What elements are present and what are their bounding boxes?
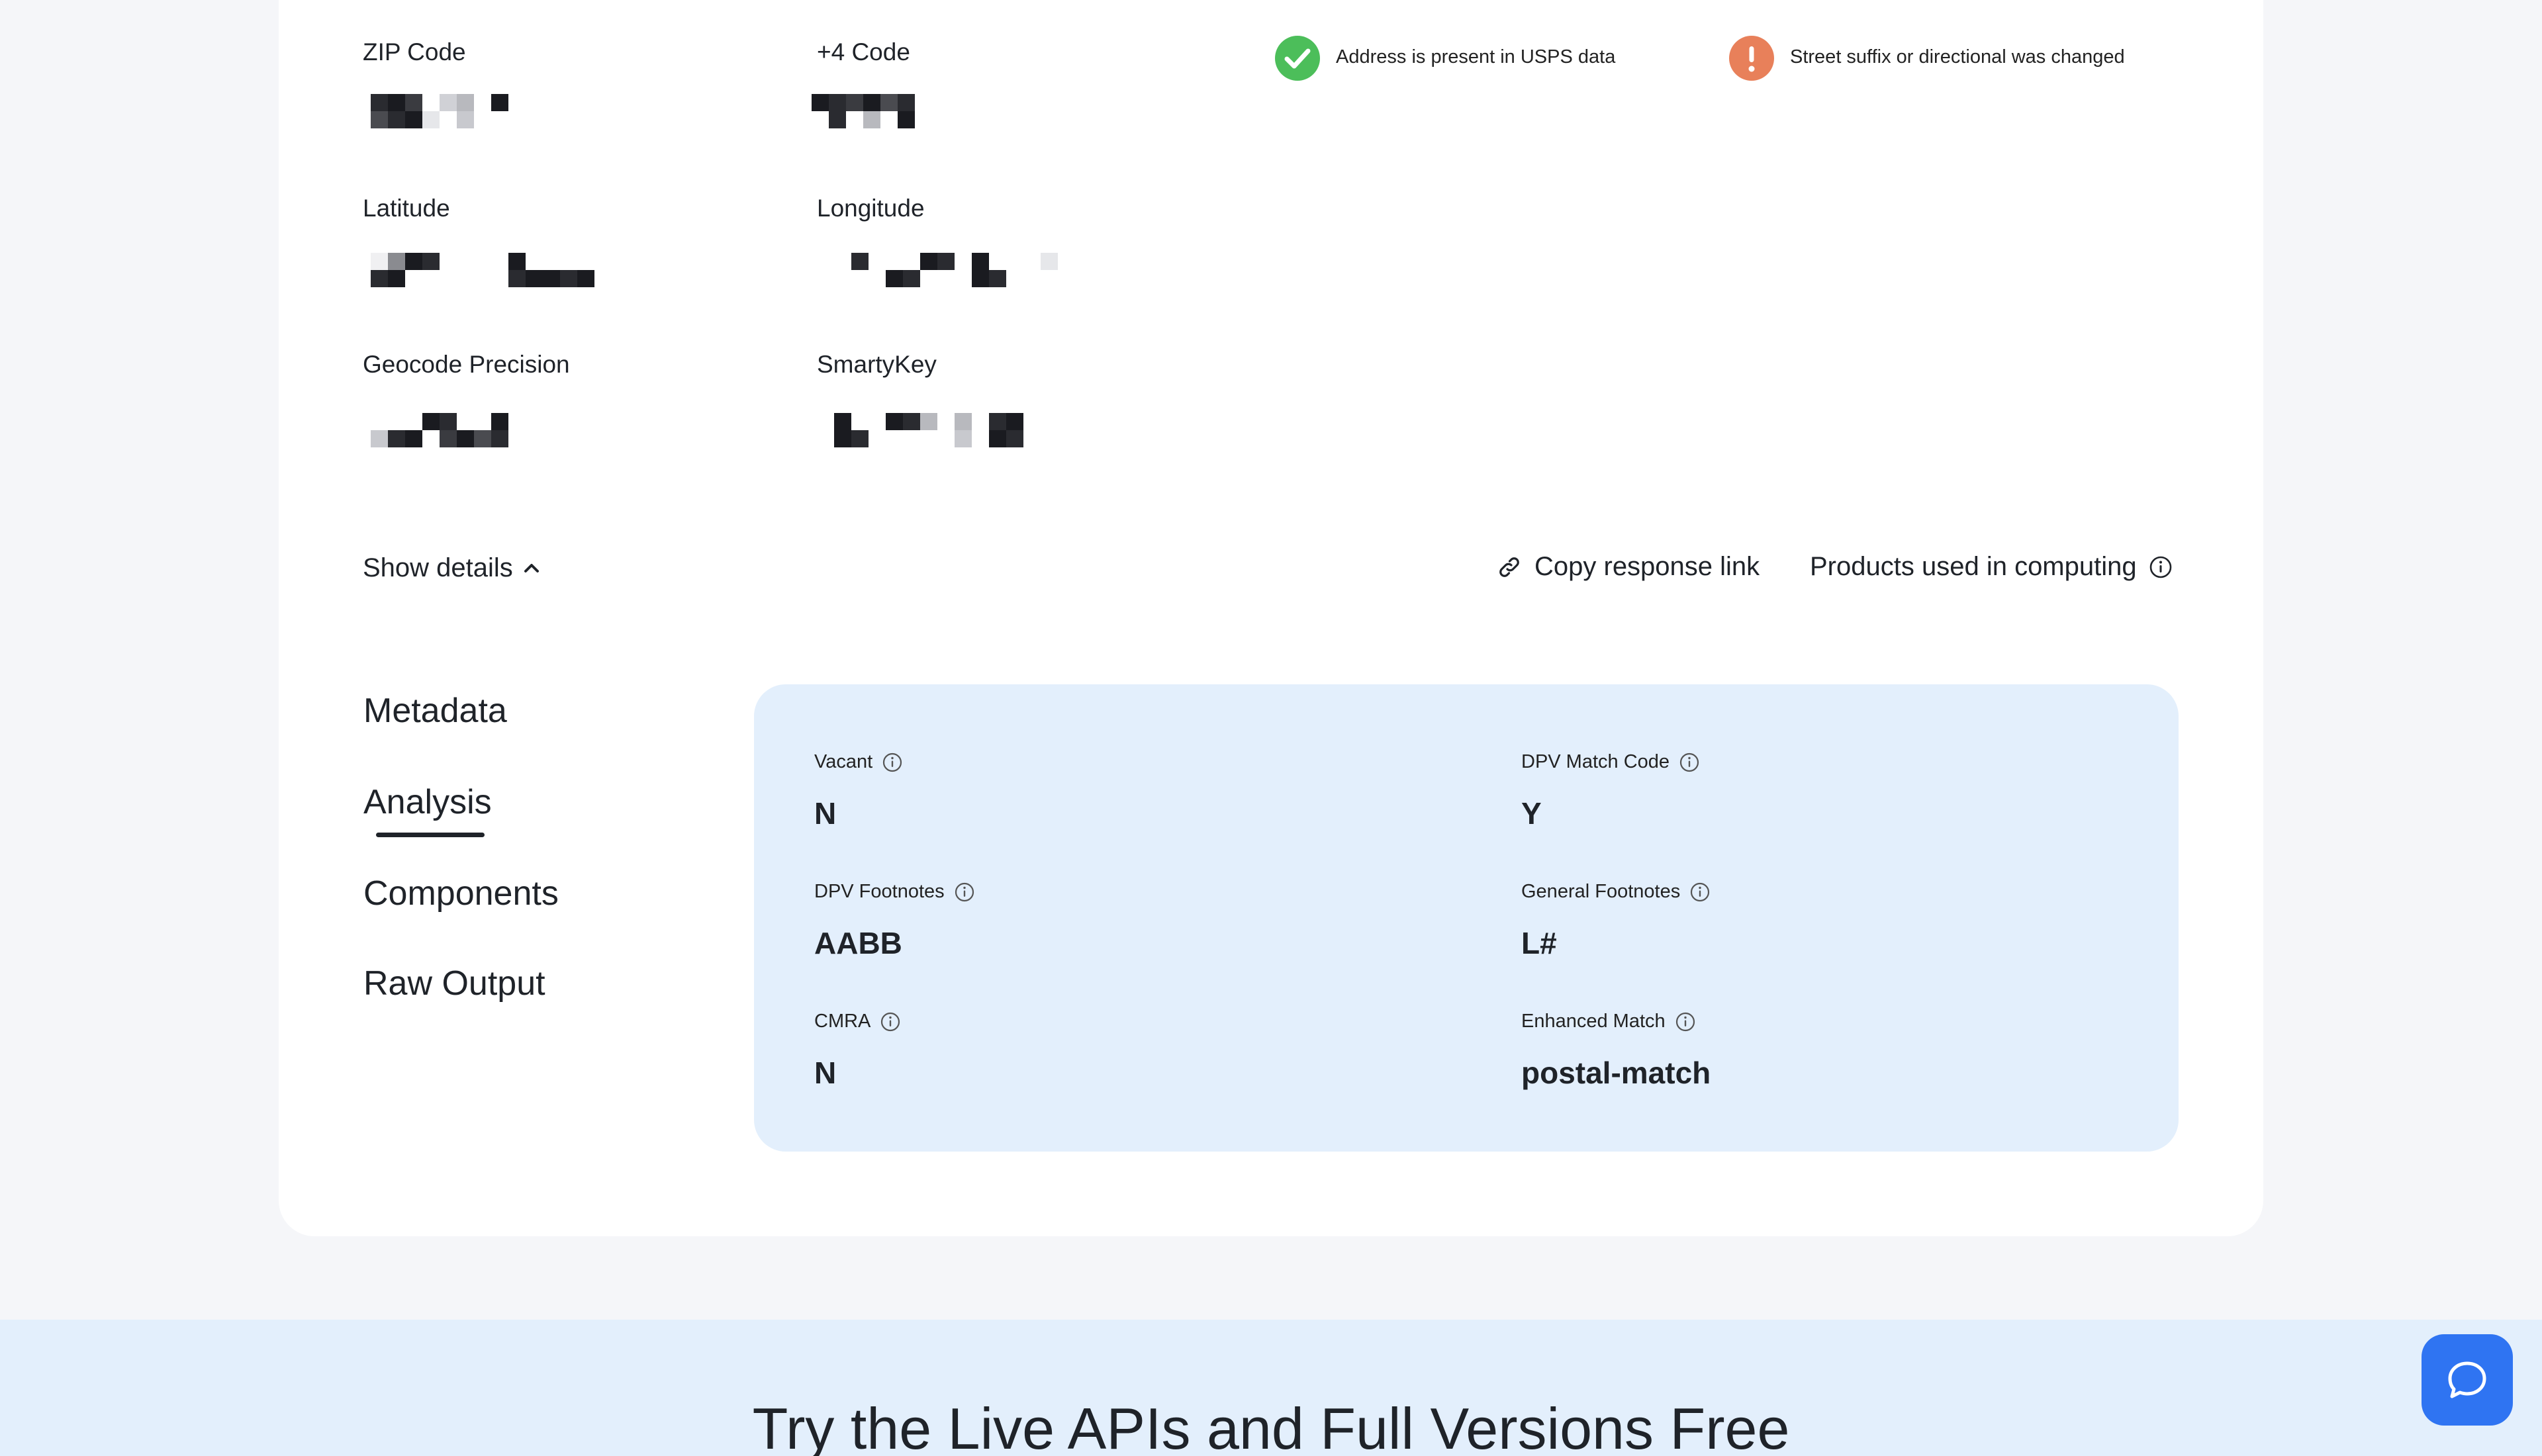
zip-code-label: ZIP Code — [363, 38, 466, 66]
check-circle-icon — [1275, 36, 1320, 81]
cmra-label-text: CMRA — [814, 1011, 871, 1032]
usps-present-badge-text: Address is present in USPS data — [1336, 46, 1616, 68]
active-tab-indicator — [376, 833, 485, 837]
show-details-label: Show details — [363, 553, 513, 582]
general-footnotes-value: L# — [1521, 926, 1557, 960]
chevron-up-icon — [524, 563, 539, 572]
plus4-code-value-redacted — [812, 94, 932, 128]
info-icon[interactable] — [1679, 752, 1700, 773]
exclamation-circle-icon — [1729, 36, 1774, 81]
smartykey-label: SmartyKey — [817, 351, 937, 378]
enhanced-match-label-text: Enhanced Match — [1521, 1011, 1666, 1032]
products-used-label: Products used in computing — [1810, 552, 2137, 581]
cmra-label: CMRA — [814, 1011, 901, 1032]
copy-response-link-button[interactable]: Copy response link — [1496, 552, 1760, 582]
general-footnotes-label: General Footnotes — [1521, 881, 1711, 903]
suffix-changed-badge-text: Street suffix or directional was changed — [1790, 46, 2125, 68]
zip-code-value-redacted — [353, 94, 526, 128]
latitude-label: Latitude — [363, 195, 450, 222]
info-icon[interactable] — [882, 752, 903, 773]
enhanced-match-label: Enhanced Match — [1521, 1011, 1696, 1032]
banner-title: Try the Live APIs and Full Versions Free — [752, 1396, 1790, 1456]
tab-raw-output[interactable]: Raw Output — [363, 964, 545, 1003]
vacant-value: N — [814, 796, 837, 831]
dpv-match-code-value: Y — [1521, 796, 1542, 831]
analysis-panel — [754, 684, 2179, 1152]
show-details-toggle[interactable]: Show details — [363, 553, 541, 583]
smartykey-value-redacted — [817, 413, 1075, 447]
geocode-precision-value-redacted — [353, 413, 543, 447]
general-footnotes-label-text: General Footnotes — [1521, 881, 1681, 902]
copy-response-link-label: Copy response link — [1534, 552, 1760, 581]
info-icon[interactable] — [1675, 1011, 1696, 1032]
cmra-value: N — [814, 1056, 837, 1090]
dpv-footnotes-label-text: DPV Footnotes — [814, 881, 945, 902]
geocode-precision-label: Geocode Precision — [363, 351, 570, 378]
chat-launcher-button[interactable] — [2422, 1334, 2513, 1426]
longitude-value-redacted — [817, 253, 1075, 287]
link-icon — [1499, 557, 1519, 577]
vacant-label-text: Vacant — [814, 751, 873, 772]
longitude-label: Longitude — [817, 195, 925, 222]
dpv-match-code-label: DPV Match Code — [1521, 751, 1700, 773]
vacant-label: Vacant — [814, 751, 903, 773]
info-icon — [2149, 556, 2171, 578]
dpv-match-code-label-text: DPV Match Code — [1521, 751, 1670, 772]
info-icon[interactable] — [954, 882, 975, 903]
info-icon[interactable] — [1689, 882, 1711, 903]
info-icon[interactable] — [880, 1011, 901, 1032]
plus4-code-label: +4 Code — [817, 38, 910, 66]
tab-components[interactable]: Components — [363, 874, 559, 913]
dpv-footnotes-value: AABB — [814, 926, 902, 960]
enhanced-match-value: postal-match — [1521, 1056, 1711, 1090]
products-used-button[interactable]: Products used in computing — [1810, 552, 2173, 582]
latitude-value-redacted — [353, 253, 612, 287]
dpv-footnotes-label: DPV Footnotes — [814, 881, 975, 903]
tab-analysis[interactable]: Analysis — [363, 782, 492, 822]
tab-metadata[interactable]: Metadata — [363, 691, 507, 731]
chat-bubble-icon — [2448, 1361, 2486, 1398]
